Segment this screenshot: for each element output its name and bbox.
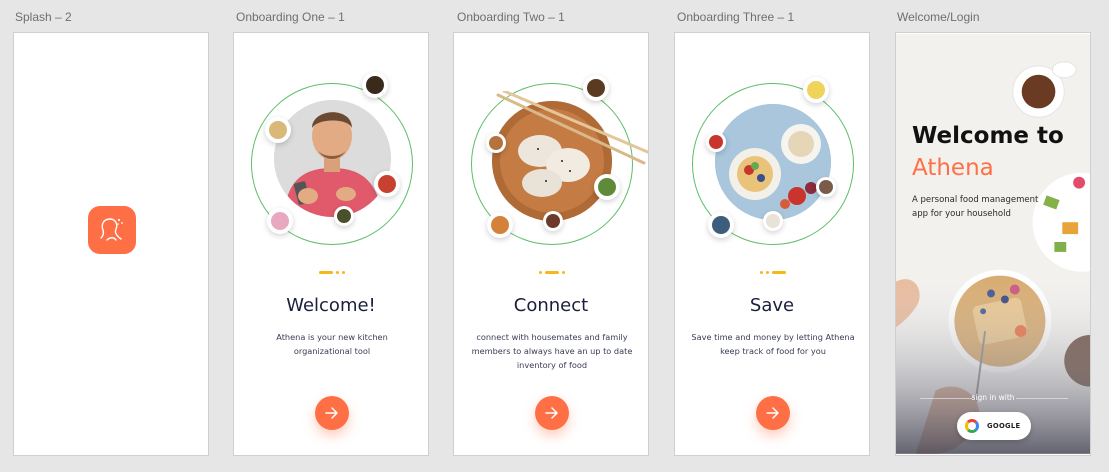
food-bubble-icon (487, 212, 513, 238)
onboarding-description: Athena is your new kitchen organizationa… (276, 332, 388, 356)
food-bubble-icon (803, 77, 829, 103)
page-indicator (319, 271, 349, 274)
frame-label-onboarding-three: Onboarding Three – 1 (677, 10, 795, 24)
food-bubble-icon (334, 206, 354, 226)
food-bubble-icon (706, 132, 726, 152)
page-indicator (760, 271, 790, 274)
arrow-right-icon (545, 407, 558, 419)
next-button[interactable] (535, 396, 569, 430)
onboarding-three-screen: Save Save time and money by letting Athe… (674, 32, 870, 456)
food-bubble-icon (583, 75, 609, 101)
welcome-title: Welcome to (912, 123, 1064, 149)
person-illustration (274, 100, 391, 217)
arrow-right-icon (766, 407, 779, 419)
food-bubble-icon (763, 211, 783, 231)
signin-label: sign in with (971, 393, 1015, 402)
onboarding-two-screen: Connect connect with housemates and fami… (453, 32, 649, 456)
welcome-login-screen: Welcome to Athena A personal food manage… (895, 32, 1091, 456)
athena-logo-icon (88, 206, 136, 254)
google-button-label: GOOGLE (987, 422, 1021, 430)
onboarding-title: Save (749, 295, 795, 316)
welcome-description: A personal food management app for your … (912, 195, 1039, 219)
breakfast-illustration (715, 104, 831, 220)
frame-label-splash: Splash – 2 (15, 10, 72, 24)
food-bubble-icon (265, 117, 291, 143)
onboarding-description: connect with housemates and family membe… (471, 332, 633, 370)
food-bubble-icon (267, 208, 293, 234)
food-bubble-icon (594, 174, 620, 200)
frame-label-onboarding-two: Onboarding Two – 1 (457, 10, 565, 24)
arrow-right-icon (325, 407, 338, 419)
chopsticks-illustration (496, 91, 648, 165)
google-signin-button[interactable]: GOOGLE (957, 412, 1031, 440)
onboarding-description: Save time and money by letting Athena ke… (691, 332, 855, 356)
food-background-image (896, 34, 1090, 454)
food-bubble-icon (374, 171, 400, 197)
app-name: Athena (912, 155, 994, 181)
food-bubble-icon (543, 211, 563, 231)
splash-screen (13, 32, 209, 456)
google-icon (965, 419, 979, 433)
food-bubble-icon (486, 133, 506, 153)
onboarding-title: Connect (513, 295, 589, 316)
onboarding-one-screen: Welcome! Athena is your new kitchen orga… (233, 32, 429, 456)
food-bubble-icon (816, 177, 836, 197)
next-button[interactable] (756, 396, 790, 430)
frame-label-welcome-login: Welcome/Login (897, 10, 980, 24)
food-bubble-icon (708, 212, 734, 238)
onboarding-title: Welcome! (286, 295, 376, 316)
food-bubble-icon (362, 72, 388, 98)
page-indicator (539, 271, 569, 274)
next-button[interactable] (315, 396, 349, 430)
frame-label-onboarding-one: Onboarding One – 1 (236, 10, 345, 24)
